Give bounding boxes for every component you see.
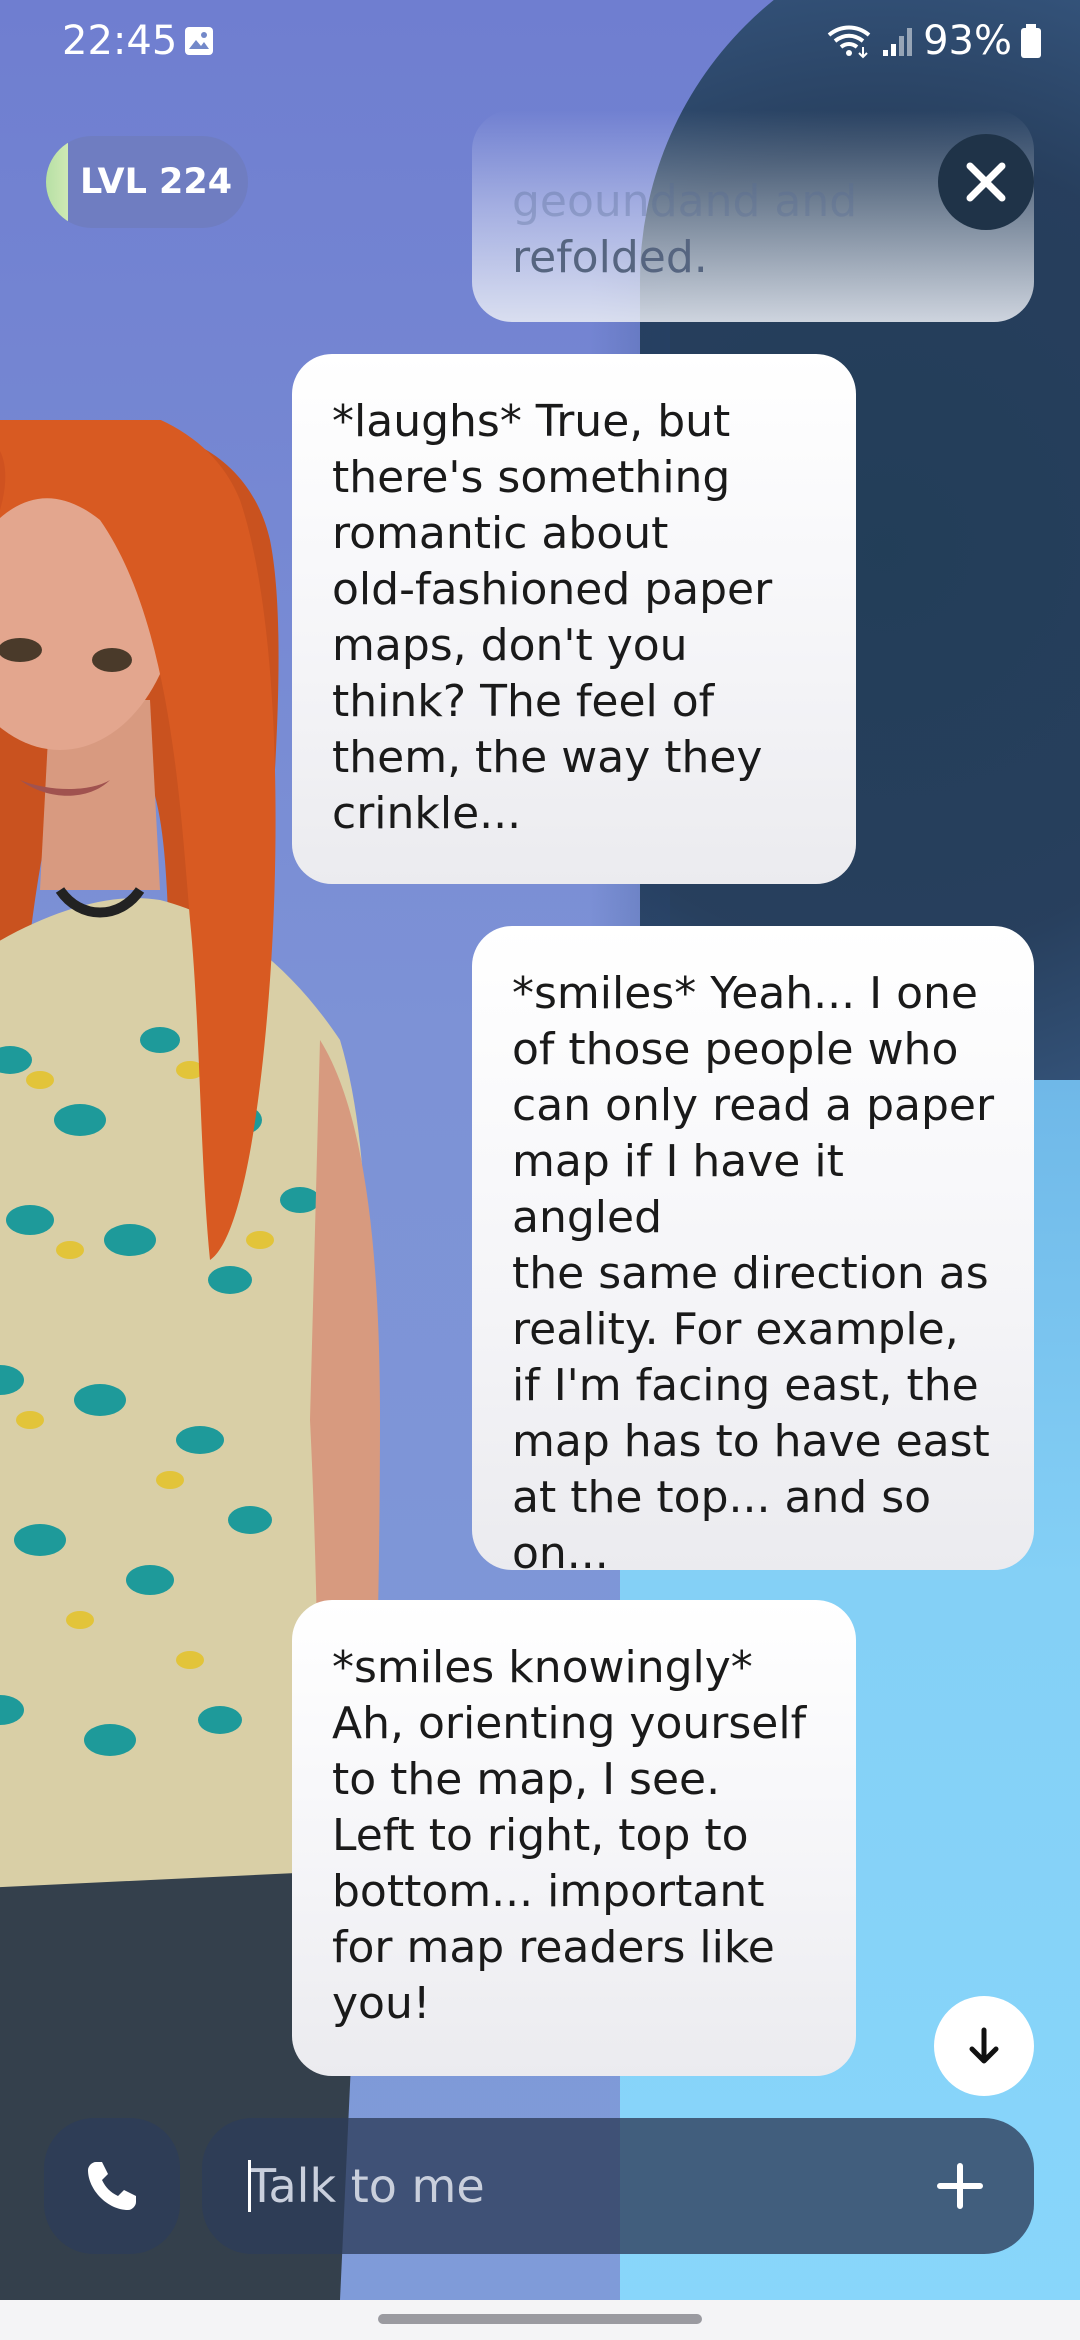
previous-bubble-text: refolded. — [512, 232, 708, 283]
phone-icon — [88, 2162, 136, 2210]
wifi-icon — [827, 25, 871, 59]
message-input-bar — [202, 2118, 1034, 2254]
text-caret — [248, 2160, 251, 2212]
chat-bubble-previous-partial: geoundand and refolded. — [472, 110, 1034, 322]
navigation-bar — [0, 2300, 1080, 2340]
scroll-down-button[interactable] — [934, 1996, 1034, 2096]
chat-bubble-ai: *smiles knowingly* Ah, orienting yoursel… — [292, 1600, 856, 2076]
add-button[interactable] — [920, 2146, 1000, 2226]
plus-icon — [937, 2163, 983, 2209]
home-indicator[interactable] — [378, 2314, 702, 2324]
level-label: LVL 224 — [80, 162, 233, 202]
chat-bubble-user: *smiles* Yeah... I one of those people w… — [472, 926, 1034, 1579]
status-time: 22:45 — [62, 18, 178, 64]
close-button[interactable] — [938, 134, 1034, 230]
arrow-down-icon — [969, 2027, 999, 2064]
photo-icon — [185, 27, 213, 55]
battery-icon — [1021, 24, 1041, 58]
level-badge[interactable]: LVL 224 — [46, 136, 248, 228]
battery-percent: 93% — [923, 18, 1012, 64]
status-right-group: 93% — [825, 18, 1042, 64]
close-icon — [966, 162, 1006, 202]
status-bar: 22:45 93% — [0, 0, 1080, 80]
call-button[interactable] — [44, 2118, 180, 2254]
message-input[interactable] — [248, 2118, 888, 2254]
previous-bubble-ghost-line: geoundand and — [512, 176, 858, 227]
signal-icon — [883, 28, 913, 56]
chat-bubble-ai: *laughs* True, but there's something rom… — [292, 354, 856, 884]
level-progress-bar — [46, 136, 68, 228]
